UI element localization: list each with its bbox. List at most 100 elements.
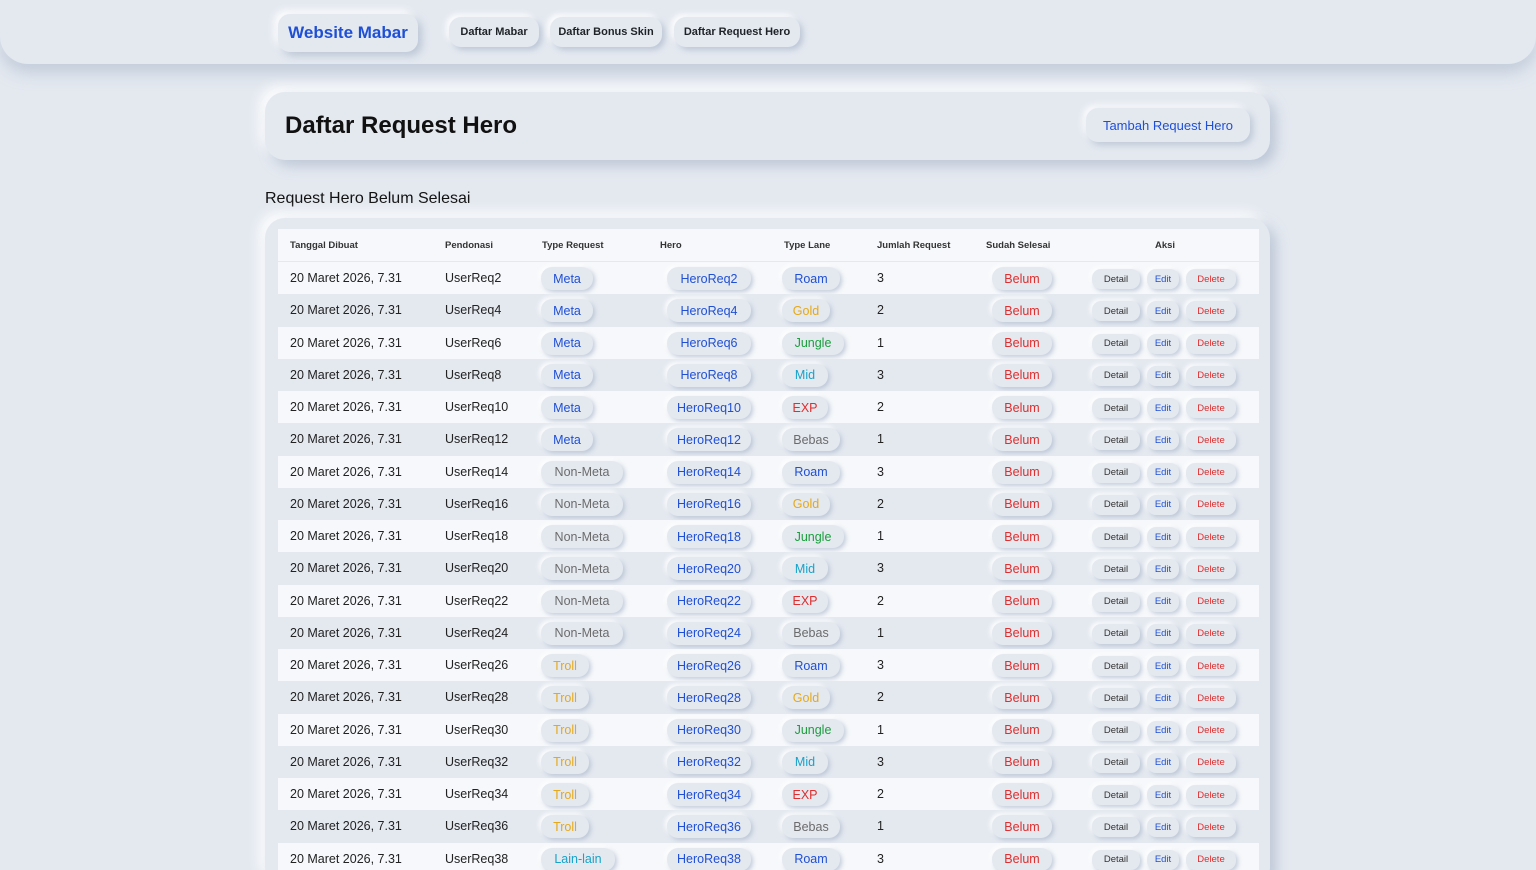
hero-badge: HeroReq26	[667, 654, 751, 677]
page-title: Daftar Request Hero	[285, 112, 518, 139]
edit-button[interactable]: Edit	[1147, 720, 1179, 741]
cell-count: 2	[877, 303, 884, 318]
delete-button[interactable]: Delete	[1186, 817, 1236, 838]
lane-badge: Mid	[782, 363, 828, 387]
type-request-badge: Meta	[541, 331, 593, 355]
edit-button[interactable]: Edit	[1147, 656, 1179, 676]
detail-button[interactable]: Detail	[1092, 623, 1140, 644]
cell-count: 3	[877, 851, 884, 866]
detail-button[interactable]: Detail	[1092, 785, 1140, 805]
type-request-badge: Troll	[541, 783, 589, 806]
detail-button[interactable]: Detail	[1092, 398, 1140, 418]
delete-button[interactable]: Delete	[1186, 333, 1236, 354]
detail-button[interactable]: Detail	[1092, 656, 1140, 676]
status-badge: Belum	[992, 525, 1052, 548]
hero-badge: HeroReq6	[667, 331, 751, 355]
delete-button[interactable]: Delete	[1186, 591, 1236, 612]
delete-button[interactable]: Delete	[1186, 462, 1236, 483]
cell-donor: UserReq2	[445, 271, 502, 285]
detail-button[interactable]: Detail	[1092, 333, 1140, 354]
table-row: 20 Maret 2026, 7.31 UserReq36 Troll HeroReq…	[278, 810, 1259, 843]
delete-button[interactable]: Delete	[1186, 301, 1236, 322]
status-badge: Belum	[992, 589, 1052, 613]
delete-button[interactable]: Delete	[1186, 559, 1236, 580]
detail-button[interactable]: Detail	[1092, 817, 1140, 838]
hero-badge: HeroReq18	[667, 525, 751, 548]
delete-button[interactable]: Delete	[1186, 269, 1236, 289]
edit-button[interactable]: Edit	[1147, 752, 1179, 773]
delete-button[interactable]: Delete	[1186, 720, 1236, 741]
cell-count: 2	[877, 400, 884, 414]
lane-badge: EXP	[782, 783, 828, 806]
edit-button[interactable]: Edit	[1147, 817, 1179, 838]
detail-button[interactable]: Detail	[1092, 269, 1140, 289]
nav-daftar-request-hero[interactable]: Daftar Request Hero	[674, 17, 800, 47]
detail-button[interactable]: Detail	[1092, 301, 1140, 322]
edit-button[interactable]: Edit	[1147, 623, 1179, 644]
detail-button[interactable]: Detail	[1092, 591, 1140, 612]
cell-date: 20 Maret 2026, 7.31	[290, 271, 402, 285]
delete-button[interactable]: Delete	[1186, 688, 1236, 709]
cell-donor: UserReq20	[445, 561, 509, 576]
detail-button[interactable]: Detail	[1092, 365, 1140, 386]
edit-button[interactable]: Edit	[1147, 365, 1179, 386]
detail-button[interactable]: Detail	[1092, 688, 1140, 709]
delete-button[interactable]: Delete	[1186, 430, 1236, 451]
col-sudah-selesai: Sudah Selesai	[986, 240, 1051, 251]
hero-badge: HeroReq38	[667, 847, 751, 870]
detail-button[interactable]: Detail	[1092, 849, 1140, 870]
cell-count: 2	[877, 496, 884, 511]
delete-button[interactable]: Delete	[1186, 527, 1236, 547]
delete-button[interactable]: Delete	[1186, 656, 1236, 676]
cell-date: 20 Maret 2026, 7.31	[290, 658, 402, 672]
edit-button[interactable]: Edit	[1147, 559, 1179, 580]
cell-donor: UserReq10	[445, 400, 509, 414]
edit-button[interactable]: Edit	[1147, 688, 1179, 709]
delete-button[interactable]: Delete	[1186, 398, 1236, 418]
table-row: 20 Maret 2026, 7.31 UserReq26 Troll HeroReq…	[278, 649, 1259, 682]
detail-button[interactable]: Detail	[1092, 720, 1140, 741]
cell-date: 20 Maret 2026, 7.31	[290, 432, 402, 447]
hero-badge: HeroReq12	[667, 428, 751, 452]
edit-button[interactable]: Edit	[1147, 849, 1179, 870]
edit-button[interactable]: Edit	[1147, 269, 1179, 289]
nav-daftar-mabar[interactable]: Daftar Mabar	[449, 17, 539, 47]
delete-button[interactable]: Delete	[1186, 785, 1236, 805]
edit-button[interactable]: Edit	[1147, 494, 1179, 515]
col-type-lane: Type Lane	[784, 240, 831, 251]
edit-button[interactable]: Edit	[1147, 462, 1179, 483]
edit-button[interactable]: Edit	[1147, 301, 1179, 322]
edit-button[interactable]: Edit	[1147, 591, 1179, 612]
edit-button[interactable]: Edit	[1147, 333, 1179, 354]
nav-daftar-bonus-skin[interactable]: Daftar Bonus Skin	[550, 17, 662, 47]
detail-button[interactable]: Detail	[1092, 430, 1140, 451]
cell-date: 20 Maret 2026, 7.31	[290, 561, 402, 576]
hero-badge: HeroReq20	[667, 557, 751, 581]
table-row: 20 Maret 2026, 7.31 UserReq38 Lain-lain Her…	[278, 842, 1259, 870]
brand-logo[interactable]: Website Mabar	[278, 14, 418, 52]
edit-button[interactable]: Edit	[1147, 430, 1179, 451]
delete-button[interactable]: Delete	[1186, 494, 1236, 515]
delete-button[interactable]: Delete	[1186, 365, 1236, 386]
type-request-badge: Lain-lain	[541, 847, 615, 870]
cell-count: 3	[877, 367, 884, 382]
edit-button[interactable]: Edit	[1147, 785, 1179, 805]
detail-button[interactable]: Detail	[1092, 462, 1140, 483]
hero-badge: HeroReq4	[667, 299, 751, 323]
detail-button[interactable]: Detail	[1092, 527, 1140, 547]
detail-button[interactable]: Detail	[1092, 494, 1140, 515]
cell-donor: UserReq12	[445, 432, 509, 447]
cell-count: 2	[877, 593, 884, 608]
detail-button[interactable]: Detail	[1092, 752, 1140, 773]
lane-badge: Jungle	[782, 525, 844, 548]
detail-button[interactable]: Detail	[1092, 559, 1140, 580]
status-badge: Belum	[992, 815, 1052, 839]
type-request-badge: Troll	[541, 718, 589, 742]
delete-button[interactable]: Delete	[1186, 752, 1236, 773]
edit-button[interactable]: Edit	[1147, 527, 1179, 547]
delete-button[interactable]: Delete	[1186, 623, 1236, 644]
add-request-hero-button[interactable]: Tambah Request Hero	[1086, 108, 1250, 142]
cell-date: 20 Maret 2026, 7.31	[290, 787, 402, 801]
delete-button[interactable]: Delete	[1186, 849, 1236, 870]
edit-button[interactable]: Edit	[1147, 398, 1179, 418]
